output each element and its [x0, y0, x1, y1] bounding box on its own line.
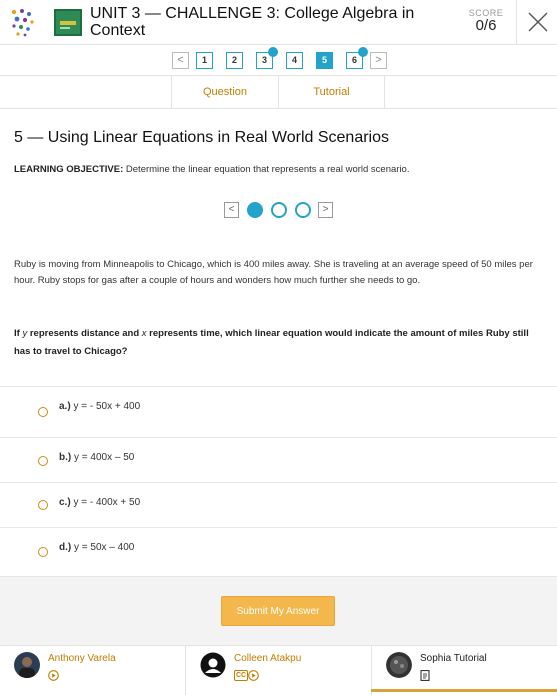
tutor-sophia-tutorial[interactable]: Sophia Tutorial: [372, 646, 557, 695]
page-title: UNIT 3 — CHALLENGE 3: College Algebra in…: [90, 5, 415, 39]
unit-thumbnail: [54, 9, 82, 36]
objective-text: Determine the linear equation that repre…: [125, 164, 410, 175]
option-label: b.): [59, 452, 72, 463]
score-value: 0/6: [475, 17, 497, 34]
step-dot-1[interactable]: [247, 202, 263, 218]
tutor-colleen-atakpu[interactable]: Colleen Atakpu CC: [186, 646, 371, 695]
pager-page-label: 6: [351, 55, 357, 65]
tab-tutorial[interactable]: Tutorial: [278, 76, 385, 109]
attempt-marker-icon: [358, 47, 368, 57]
pager-page-6[interactable]: 6: [346, 47, 368, 69]
answer-option-d[interactable]: d.) y = 50x – 400: [0, 527, 557, 576]
objective-label: LEARNING OBJECTIVE:: [14, 164, 124, 175]
option-equation: y = 50x – 400: [74, 542, 135, 553]
tutor-name: Anthony Varela: [48, 653, 116, 664]
option-equation: y = 400x – 50: [74, 452, 135, 463]
answer-option-a[interactable]: a.) y = - 50x + 400: [0, 386, 557, 430]
cc-icon[interactable]: CC: [234, 670, 249, 681]
play-icon[interactable]: [248, 670, 259, 681]
answer-option-b[interactable]: b.) y = 400x – 50: [0, 437, 557, 481]
option-text: a.) y = - 50x + 400: [59, 401, 140, 412]
close-icon[interactable]: [523, 7, 553, 37]
pager-page-1[interactable]: 1: [196, 52, 213, 69]
option-equation: y = - 50x + 400: [73, 401, 141, 412]
radio-icon[interactable]: [38, 456, 48, 466]
header-divider: [516, 0, 517, 45]
avatar: [14, 652, 40, 678]
pager-prev-button[interactable]: <: [172, 52, 189, 69]
learning-objective: LEARNING OBJECTIVE: Determine the linear…: [14, 164, 409, 175]
content-tabs: Question Tutorial: [0, 75, 557, 109]
pager-page-2[interactable]: 2: [226, 52, 243, 69]
lesson-heading: 5 — Using Linear Equations in Real World…: [14, 129, 390, 146]
attempt-marker-icon: [268, 47, 278, 57]
option-label: d.): [59, 542, 72, 553]
question-part: represents distance and: [27, 328, 142, 339]
option-equation: y = - 400x + 50: [73, 497, 141, 508]
option-text: c.) y = - 400x + 50: [59, 497, 140, 508]
radio-icon[interactable]: [38, 500, 48, 510]
avatar: [200, 652, 226, 678]
pager-next-button[interactable]: >: [370, 52, 387, 69]
tab-question[interactable]: Question: [171, 76, 278, 109]
submit-answer-button[interactable]: Submit My Answer: [221, 596, 335, 626]
pager-page-4[interactable]: 4: [286, 52, 303, 69]
question-text: If y represents distance and x represent…: [14, 325, 542, 361]
step-prev-button[interactable]: <: [224, 202, 239, 218]
option-label: a.): [59, 401, 71, 412]
tutor-name: Colleen Atakpu: [234, 653, 302, 664]
step-next-button[interactable]: >: [318, 202, 333, 218]
radio-icon[interactable]: [38, 407, 48, 417]
option-label: c.): [59, 497, 71, 508]
pager-page-3[interactable]: 3: [256, 47, 278, 69]
tutor-bar: Anthony Varela Colleen Atakpu CC Sophia …: [0, 645, 557, 695]
selected-tutor-indicator: [371, 689, 557, 692]
radio-icon[interactable]: [38, 547, 48, 557]
option-text: d.) y = 50x – 400: [59, 542, 134, 553]
answer-option-c[interactable]: c.) y = - 400x + 50: [0, 482, 557, 526]
document-icon[interactable]: [420, 670, 430, 681]
scenario-text: Ruby is moving from Minneapolis to Chica…: [14, 259, 533, 286]
step-dot-3[interactable]: [295, 202, 311, 218]
question-pager: < 1 2 3 4 5 6 >: [0, 45, 557, 76]
pager-page-5[interactable]: 5: [316, 52, 333, 69]
sophia-logo-icon: [11, 9, 34, 37]
step-dot-2[interactable]: [271, 202, 287, 218]
play-icon[interactable]: [48, 670, 59, 681]
avatar: [386, 652, 412, 678]
tutor-anthony-varela[interactable]: Anthony Varela: [0, 646, 185, 695]
app-header: UNIT 3 — CHALLENGE 3: College Algebra in…: [0, 0, 557, 45]
pager-page-label: 3: [261, 55, 267, 65]
option-text: b.) y = 400x – 50: [59, 452, 134, 463]
tutor-name: Sophia Tutorial: [420, 653, 487, 664]
